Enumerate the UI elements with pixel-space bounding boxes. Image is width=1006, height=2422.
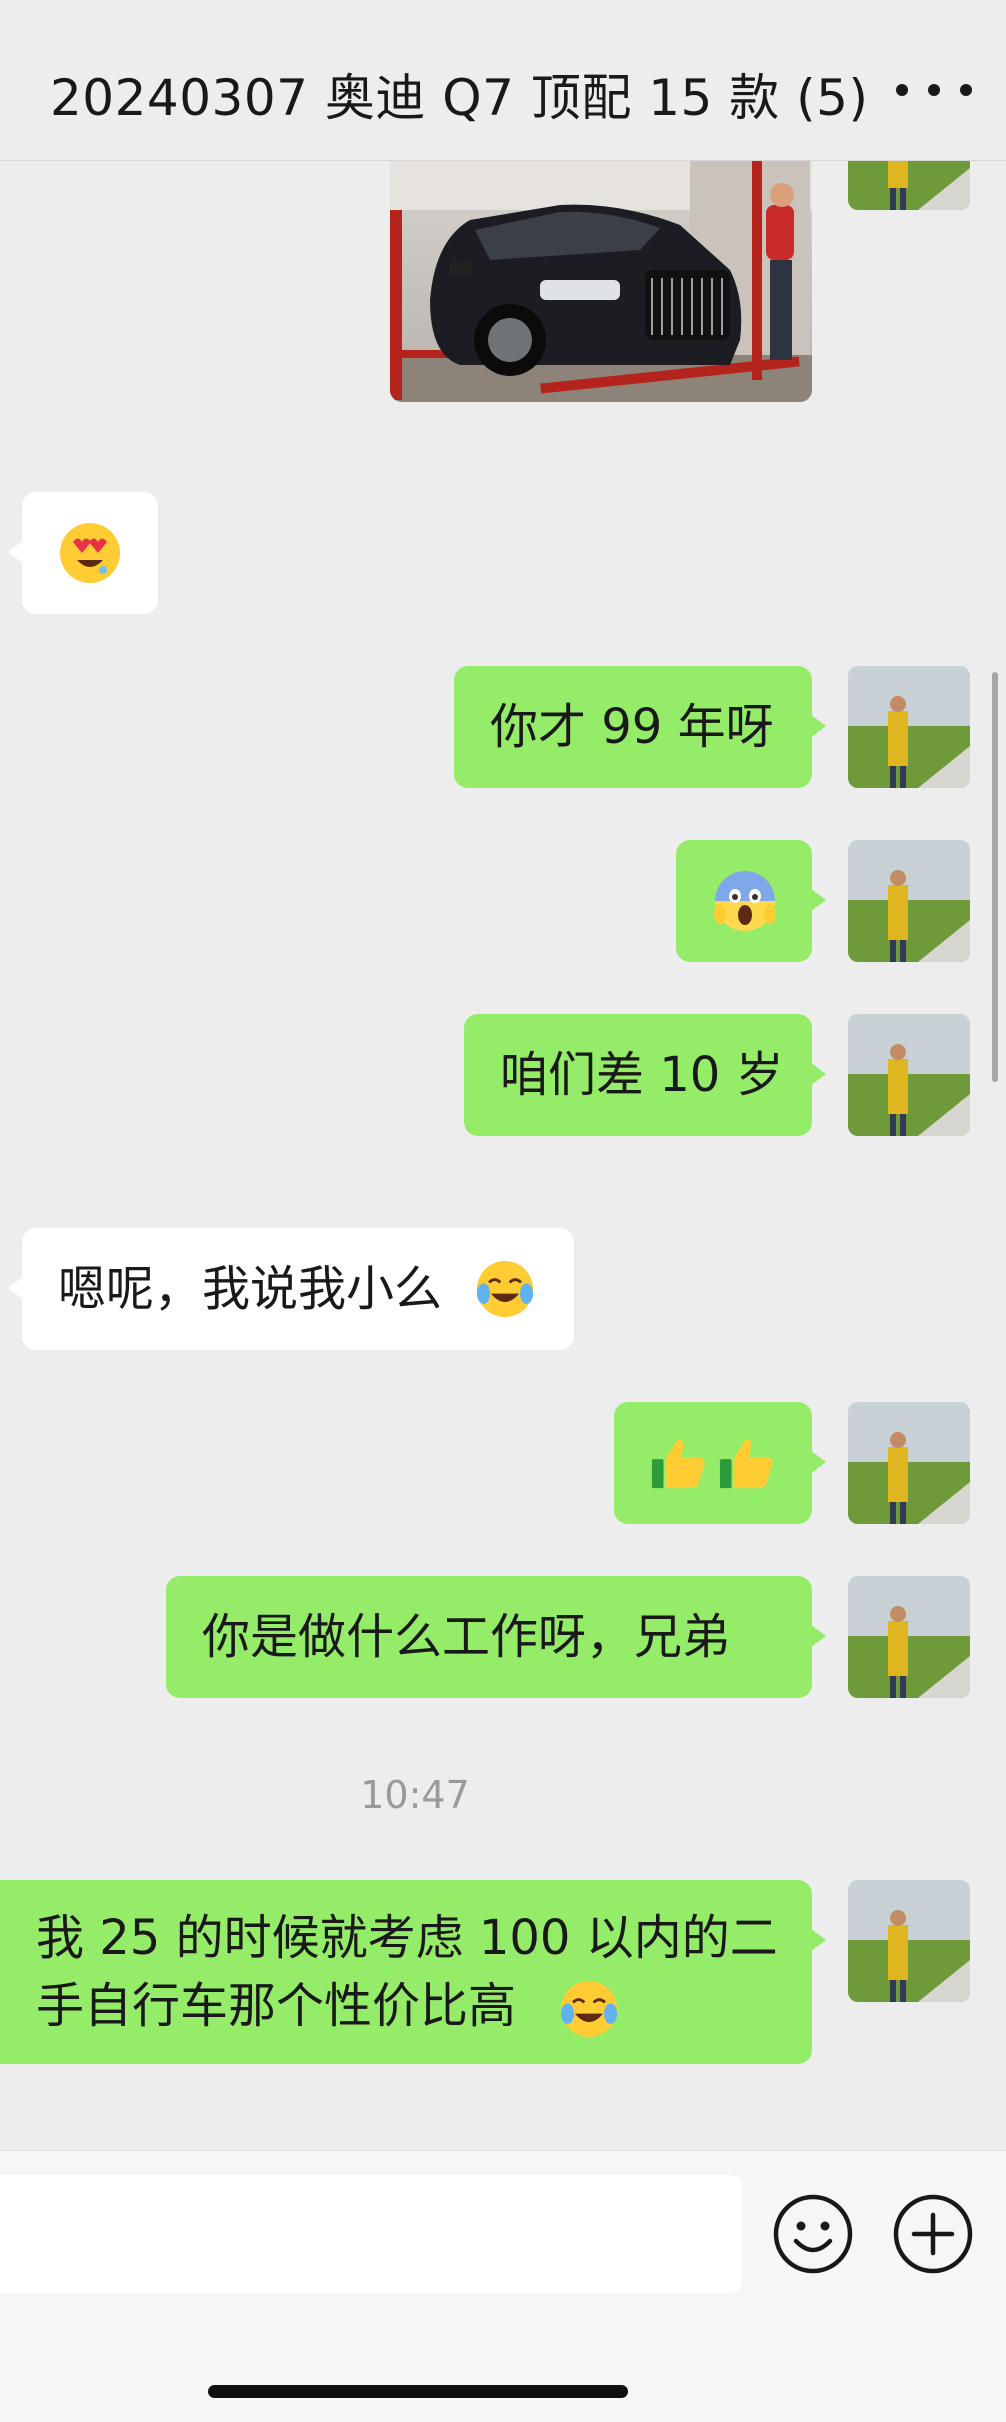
- message-bubble-right[interactable]: 我 25 的时候就考虑 100 以内的二 手自行车那个性价比高: [0, 1880, 826, 2064]
- message-text: 你是做什么工作呀，兄弟: [202, 1609, 731, 1665]
- more-dots-icon[interactable]: [896, 70, 972, 110]
- message-text: 你才 99 年呀: [490, 699, 774, 755]
- thumbs-up-emoji-icon: [719, 1439, 773, 1489]
- message-image-car[interactable]: [390, 150, 812, 402]
- avatar-self[interactable]: [848, 840, 970, 962]
- scrollbar[interactable]: [992, 672, 998, 1082]
- heart-eyes-emoji-icon: [60, 523, 120, 583]
- avatar-photo: [848, 666, 970, 788]
- plus-circle-icon[interactable]: [892, 2193, 974, 2275]
- input-bar: [0, 2150, 1006, 2422]
- chat-title: 20240307 奥迪 Q7 顶配 15 款 (5): [50, 69, 869, 127]
- avatar-photo: [848, 1014, 970, 1136]
- timestamp: 10:47: [360, 1773, 470, 1817]
- message-bubble-left[interactable]: 嗯呢，我说我小么: [8, 1228, 574, 1350]
- message-bubble-right[interactable]: 你是做什么工作呀，兄弟: [166, 1576, 826, 1698]
- message-bubble-left-emoji[interactable]: [8, 492, 158, 614]
- avatar-photo: [848, 1402, 970, 1524]
- message-text: 咱们差 10 岁: [500, 1047, 784, 1103]
- avatar-self[interactable]: [848, 1014, 970, 1136]
- dot: [896, 84, 908, 96]
- message-bubble-right-emoji[interactable]: [676, 840, 826, 962]
- tears-of-joy-emoji-icon: [476, 1260, 534, 1318]
- smiley-face-icon[interactable]: [772, 2193, 854, 2275]
- message-bubble-right-emoji[interactable]: [614, 1402, 826, 1524]
- home-indicator[interactable]: [208, 2385, 628, 2398]
- message-text-line-2: 手自行车那个性价比高: [36, 1978, 517, 2034]
- message-text: 嗯呢，我说我小么: [58, 1261, 443, 1317]
- message-bubble-right[interactable]: 你才 99 年呀: [454, 666, 826, 788]
- avatar-self[interactable]: [848, 1576, 970, 1698]
- message-text-line-1: 我 25 的时候就考虑 100 以内的二: [36, 1910, 778, 1966]
- message-input[interactable]: [0, 2175, 742, 2293]
- chat-area: 你才 99 年呀 咱们差 10 岁 嗯呢，我说我小么 你是做什么工作呀，兄弟 1…: [0, 0, 1006, 2150]
- avatar-self[interactable]: [848, 666, 970, 788]
- screaming-face-emoji-icon: [714, 871, 776, 931]
- avatar-photo: [848, 1576, 970, 1698]
- avatar-self[interactable]: [848, 1402, 970, 1524]
- avatar-photo: [848, 1880, 970, 2002]
- car-photo: [390, 150, 812, 402]
- thumbs-up-emoji-icon: [651, 1439, 705, 1489]
- tears-of-joy-emoji-icon: [560, 1980, 618, 2038]
- message-bubble-right[interactable]: 咱们差 10 岁: [464, 1014, 826, 1136]
- dot: [960, 84, 972, 96]
- dot: [928, 84, 940, 96]
- avatar-self[interactable]: [848, 1880, 970, 2002]
- chat-header: 20240307 奥迪 Q7 顶配 15 款 (5): [0, 0, 1006, 161]
- avatar-photo: [848, 840, 970, 962]
